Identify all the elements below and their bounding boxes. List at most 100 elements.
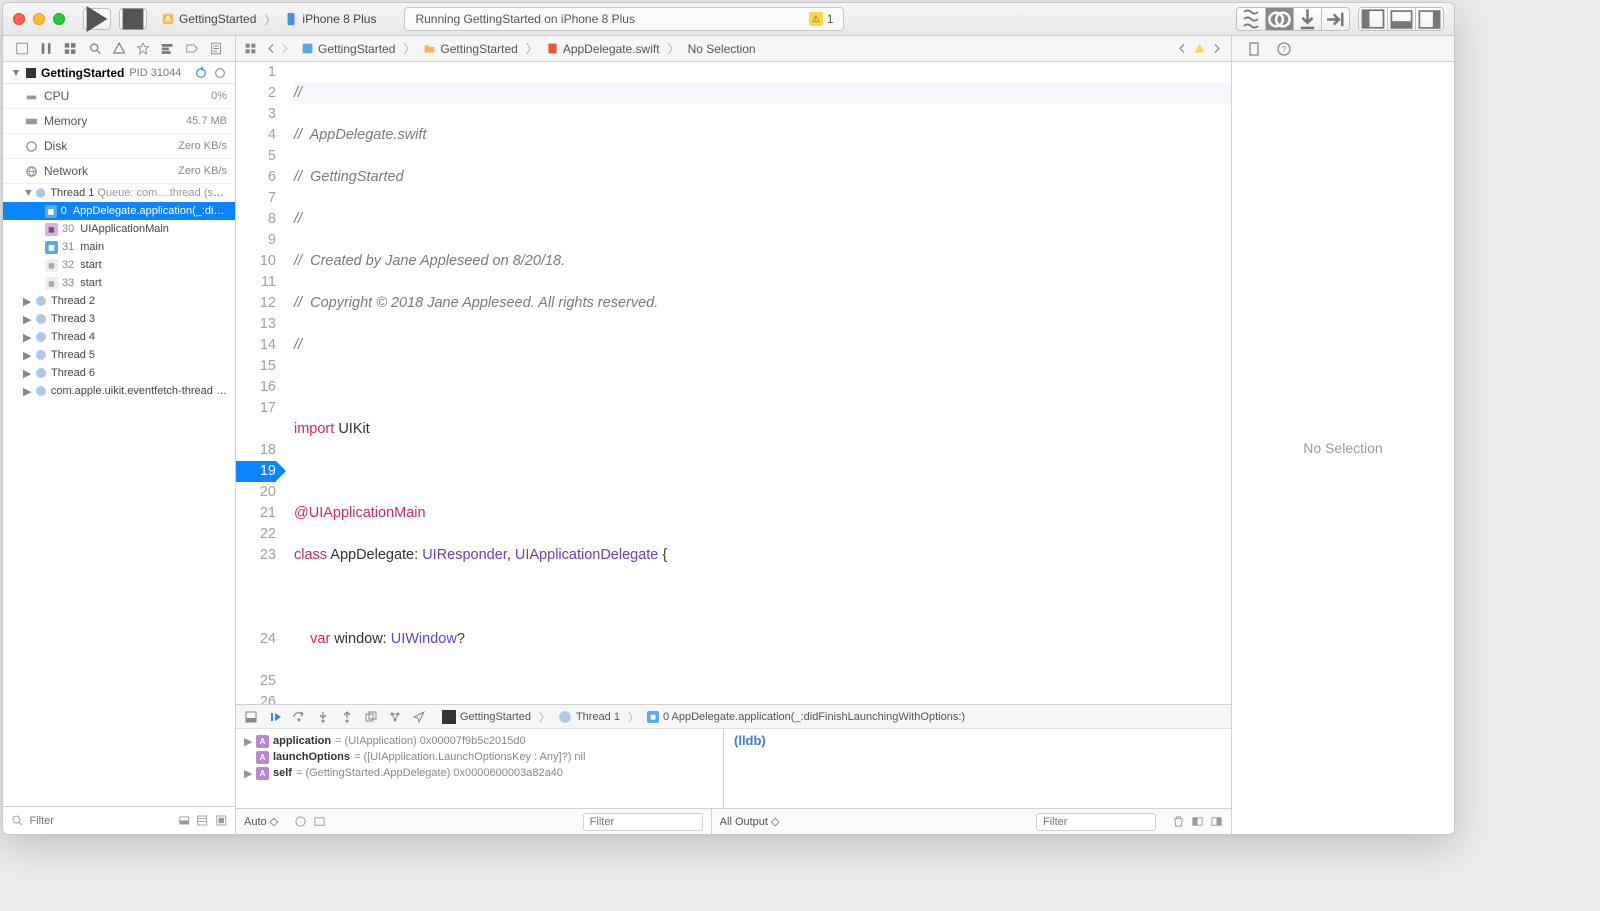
toggle-debug-area-button[interactable]	[1387, 8, 1415, 30]
show-variables-view-button[interactable]	[1191, 815, 1204, 828]
prev-issue-button[interactable]	[1176, 42, 1189, 55]
step-out-button[interactable]	[340, 710, 354, 724]
stop-button[interactable]	[119, 8, 147, 30]
disclosure-triangle-icon[interactable]: ▶	[23, 385, 31, 398]
warning-count: 1	[827, 12, 834, 26]
variables-view-mode-select[interactable]: Auto ◇	[244, 815, 278, 828]
source-control-navigator-icon[interactable]	[39, 41, 53, 56]
minimize-window-button[interactable]	[33, 13, 45, 25]
simulate-location-button[interactable]	[412, 710, 426, 724]
print-description-icon[interactable]	[313, 815, 326, 828]
version-editor-button[interactable]	[1293, 8, 1321, 30]
disk-metric[interactable]: Disk Zero KB/s	[3, 134, 235, 159]
jump-project[interactable]: GettingStarted	[301, 42, 395, 56]
network-metric[interactable]: Network Zero KB/s	[3, 159, 235, 184]
variable-row[interactable]: ▶A application = (UIApplication) 0x00007…	[236, 733, 723, 749]
project-navigator-icon[interactable]	[15, 41, 29, 56]
thread-row[interactable]: ▶Thread 6	[3, 364, 235, 382]
thread-row[interactable]: ▶Thread 2	[3, 292, 235, 310]
report-navigator-icon[interactable]	[209, 41, 223, 56]
breakpoint-navigator-icon[interactable]	[185, 41, 199, 56]
sidebar-filter-input[interactable]	[30, 815, 172, 827]
debug-jump-bar[interactable]: GettingStarted 〉 Thread 1 〉 ◼ 0 AppDeleg…	[442, 709, 965, 725]
jump-selection[interactable]: No Selection	[688, 42, 756, 56]
related-items-icon[interactable]	[244, 42, 257, 55]
show-console-view-button[interactable]	[1210, 815, 1223, 828]
go-forward-button[interactable]	[278, 42, 291, 55]
refresh-icon[interactable]	[194, 66, 208, 80]
quicklook-icon[interactable]	[294, 815, 307, 828]
disclosure-triangle-icon[interactable]: ▶	[23, 331, 31, 344]
continue-button[interactable]	[268, 710, 282, 724]
stack-frame-row[interactable]: ◼ 30 UIApplicationMain	[3, 220, 235, 238]
assistant-editor-button[interactable]	[1265, 8, 1293, 30]
console-filter-input[interactable]	[1036, 813, 1156, 831]
issue-indicator-icon[interactable]	[1193, 42, 1206, 55]
issue-navigator-icon[interactable]	[112, 41, 126, 56]
editor-options-button[interactable]	[1321, 8, 1349, 30]
disclosure-triangle-icon[interactable]: ▶	[23, 349, 31, 362]
warning-indicator[interactable]: ⚠ 1	[809, 12, 834, 26]
disclosure-triangle-icon[interactable]	[11, 68, 21, 78]
process-icon	[442, 710, 456, 724]
stack-frame-row[interactable]: ◼ 0 AppDelegate.application(_:didFin...	[3, 202, 235, 220]
jump-folder[interactable]: GettingStarted	[423, 42, 517, 56]
debug-console[interactable]: (lldb)	[724, 729, 1231, 808]
toggle-navigator-button[interactable]	[1359, 8, 1387, 30]
debug-view-hierarchy-button[interactable]	[364, 710, 378, 724]
stack-frame-row[interactable]: ◼ 33 start	[3, 274, 235, 292]
thread-icon	[35, 313, 47, 325]
activity-status-bar[interactable]: Running GettingStarted on iPhone 8 Plus …	[404, 7, 844, 31]
options-icon[interactable]	[213, 66, 227, 80]
next-issue-button[interactable]	[1210, 42, 1223, 55]
run-button[interactable]	[83, 8, 111, 30]
filter-option-3-icon[interactable]	[215, 814, 228, 827]
process-row[interactable]: GettingStarted PID 31044	[3, 62, 235, 84]
filter-option-2-icon[interactable]	[196, 814, 209, 827]
scheme-selector[interactable]: GettingStarted 〉 iPhone 8 Plus	[161, 11, 376, 28]
breakpoint-marker[interactable]: 19	[236, 461, 276, 482]
variables-view[interactable]: ▶A application = (UIApplication) 0x00007…	[236, 729, 724, 808]
disclosure-triangle-icon[interactable]: ▶	[23, 367, 31, 380]
variable-row[interactable]: ▶A self = (GettingStarted.AppDelegate) 0…	[236, 765, 723, 781]
jump-bar[interactable]: GettingStarted 〉 GettingStarted 〉 AppDel…	[236, 36, 1231, 61]
line-gutter[interactable]: 1234567891011121314151617181920212223242…	[236, 62, 290, 704]
debug-navigator-icon[interactable]	[160, 41, 174, 56]
variable-row[interactable]: A launchOptions = ([UIApplication.Launch…	[236, 749, 723, 765]
code-content[interactable]: // // AppDelegate.swift // GettingStarte…	[290, 62, 1231, 704]
memory-metric[interactable]: Memory 45.7 MB	[3, 109, 235, 134]
close-window-button[interactable]	[13, 13, 25, 25]
variable-icon: A	[256, 767, 269, 780]
disclosure-triangle-icon[interactable]: ▼	[23, 187, 31, 199]
test-navigator-icon[interactable]	[136, 41, 150, 56]
thread-row[interactable]: ▼ Thread 1 Queue: com....thread (serial)	[3, 184, 235, 202]
disclosure-triangle-icon[interactable]: ▶	[23, 313, 31, 326]
disclosure-triangle-icon[interactable]: ▶	[23, 295, 31, 308]
go-back-button[interactable]	[265, 42, 278, 55]
filter-icon[interactable]	[11, 814, 24, 827]
toggle-inspector-button[interactable]	[1415, 8, 1443, 30]
filter-option-1-icon[interactable]	[178, 814, 191, 827]
hide-debug-area-button[interactable]	[244, 710, 258, 724]
stack-frame-row[interactable]: ◼ 32 start	[3, 256, 235, 274]
cpu-metric[interactable]: CPU 0%	[3, 84, 235, 109]
console-output-mode-select[interactable]: All Output ◇	[720, 815, 780, 828]
thread-row[interactable]: ▶Thread 3	[3, 310, 235, 328]
thread-row[interactable]: ▶Thread 5	[3, 346, 235, 364]
standard-editor-button[interactable]	[1237, 8, 1265, 30]
variables-filter-input[interactable]	[583, 813, 703, 831]
clear-console-button[interactable]	[1172, 815, 1185, 828]
debug-memory-graph-button[interactable]	[388, 710, 402, 724]
source-editor[interactable]: 1234567891011121314151617181920212223242…	[236, 62, 1231, 704]
find-navigator-icon[interactable]	[88, 41, 102, 56]
stack-frame-row[interactable]: ◼ 31 main	[3, 238, 235, 256]
symbol-navigator-icon[interactable]	[63, 41, 77, 56]
step-into-button[interactable]	[316, 710, 330, 724]
zoom-window-button[interactable]	[53, 13, 65, 25]
file-inspector-icon[interactable]	[1246, 41, 1262, 57]
jump-file[interactable]: AppDelegate.swift	[546, 42, 660, 56]
step-over-button[interactable]	[292, 710, 306, 724]
thread-row[interactable]: ▶Thread 4	[3, 328, 235, 346]
thread-row[interactable]: ▶com.apple.uikit.eventfetch-thread (7)	[3, 382, 235, 400]
help-inspector-icon[interactable]: ?	[1276, 41, 1292, 57]
